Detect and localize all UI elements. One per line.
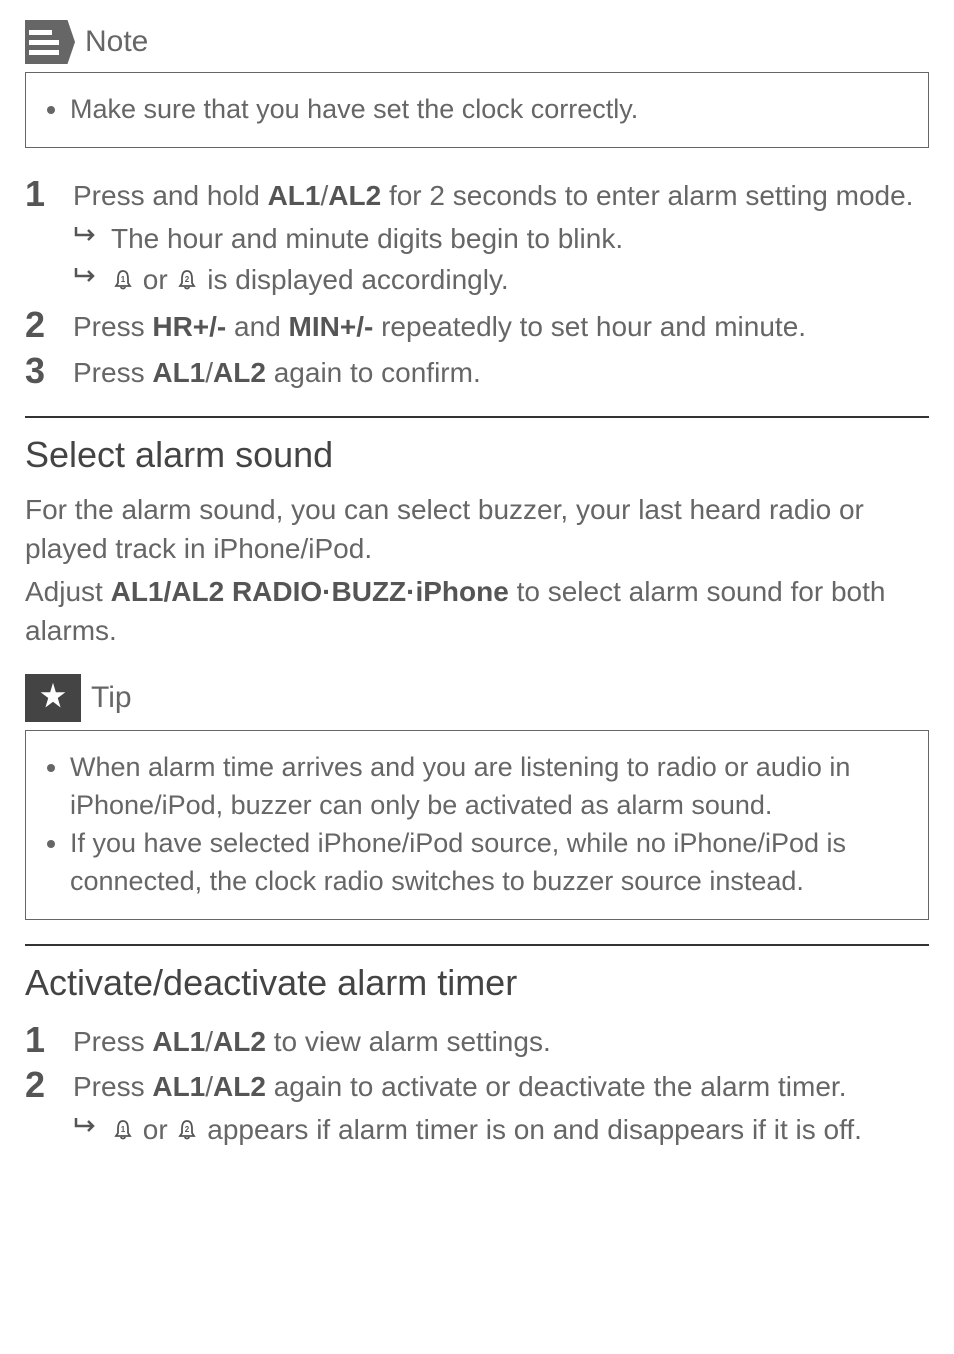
svg-text:2: 2: [185, 1125, 190, 1134]
step-2: 2 Press HR+/- and MIN+/- repeatedly to s…: [25, 303, 929, 346]
bell-1-icon: 1: [113, 269, 133, 291]
result-arrow-icon: [73, 1116, 99, 1136]
note-label: Note: [85, 25, 148, 59]
step-number: 3: [25, 349, 73, 392]
step-body: Press AL1/AL2 again to activate or deact…: [73, 1063, 929, 1151]
note-icon: [25, 20, 75, 64]
svg-text:1: 1: [121, 1125, 126, 1134]
step-1: 1 Press and hold AL1/AL2 for 2 seconds t…: [25, 172, 929, 302]
tip-item: When alarm time arrives and you are list…: [70, 749, 906, 825]
bell-2-icon: 2: [177, 269, 197, 291]
note-header: Note: [25, 20, 929, 64]
step-number: 2: [25, 1063, 73, 1106]
activate-step-2: 2 Press AL1/AL2 again to activate or dea…: [25, 1063, 929, 1151]
step-result: The hour and minute digits begin to blin…: [73, 219, 929, 258]
alarm-set-steps: 1 Press and hold AL1/AL2 for 2 seconds t…: [25, 172, 929, 392]
activate-step-1: 1 Press AL1/AL2 to view alarm settings.: [25, 1018, 929, 1061]
step-body: Press and hold AL1/AL2 for 2 seconds to …: [73, 172, 929, 302]
step-result: 1 or 2 is displayed accordingly.: [73, 260, 929, 299]
section-rule: [25, 416, 929, 418]
activate-steps: 1 Press AL1/AL2 to view alarm settings. …: [25, 1018, 929, 1152]
section-title-activate: Activate/deactivate alarm timer: [25, 962, 929, 1004]
step-result: 1 or 2 appears if alarm timer is on and …: [73, 1110, 929, 1149]
bell-1-icon: 1: [113, 1119, 133, 1141]
step-number: 2: [25, 303, 73, 346]
note-item: Make sure that you have set the clock co…: [70, 91, 906, 129]
tip-label: Tip: [91, 681, 132, 715]
section-title-select-sound: Select alarm sound: [25, 434, 929, 476]
bell-2-icon: 2: [177, 1119, 197, 1141]
step-number: 1: [25, 172, 73, 215]
result-arrow-icon: [73, 266, 99, 286]
step-number: 1: [25, 1018, 73, 1061]
step-3: 3 Press AL1/AL2 again to confirm.: [25, 349, 929, 392]
svg-text:1: 1: [121, 275, 126, 284]
result-arrow-icon: [73, 225, 99, 245]
tip-item: If you have selected iPhone/iPod source,…: [70, 825, 906, 901]
body-text: For the alarm sound, you can select buzz…: [25, 490, 929, 568]
tip-icon: [25, 674, 81, 722]
svg-text:2: 2: [185, 275, 190, 284]
step-body: Press AL1/AL2 again to confirm.: [73, 349, 929, 392]
section-rule: [25, 944, 929, 946]
note-box: Make sure that you have set the clock co…: [25, 72, 929, 148]
manual-page: Note Make sure that you have set the clo…: [0, 0, 954, 1195]
tip-box: When alarm time arrives and you are list…: [25, 730, 929, 919]
body-text: Adjust AL1/AL2 RADIO·BUZZ·iPhone to sele…: [25, 572, 929, 650]
step-body: Press HR+/- and MIN+/- repeatedly to set…: [73, 303, 929, 346]
step-body: Press AL1/AL2 to view alarm settings.: [73, 1018, 929, 1061]
tip-header: Tip: [25, 674, 929, 722]
